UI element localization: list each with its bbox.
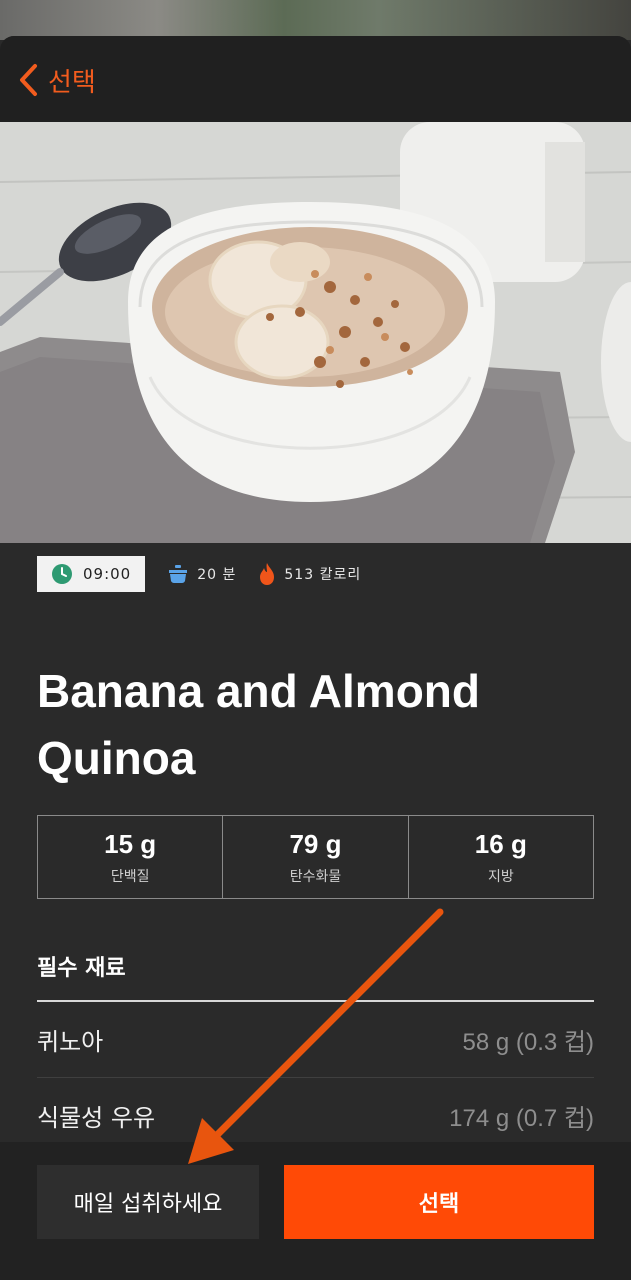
macro-value: 15 g [104, 828, 157, 859]
macro-fat: 16 g 지방 [409, 816, 593, 898]
macro-label: 탄수화물 [289, 868, 342, 885]
macro-label: 단백질 [110, 868, 150, 885]
clock-icon [52, 564, 72, 584]
ingredient-amount: 58 g (0.3 컵) [462, 1029, 594, 1056]
background-photo-strip [0, 0, 631, 40]
ingredient-amount: 174 g (0.7 컵) [449, 1105, 594, 1132]
macro-value: 16 g [474, 828, 527, 859]
eat-daily-button[interactable]: 매일 섭취하세요 [37, 1165, 259, 1239]
recipe-meta: 09:00 20 분 513 칼로리 [37, 556, 361, 592]
calories-chip: 513 칼로리 [258, 562, 361, 586]
back-label: 선택 [48, 67, 96, 98]
macro-value: 79 g [289, 828, 342, 859]
macro-carbs: 79 g 탄수화물 [223, 816, 409, 898]
recipe-sheet: 선택 09:00 20 분 513 칼로리 Banana and Almond … [0, 36, 631, 1280]
time-chip[interactable]: 09:00 [37, 556, 146, 592]
recipe-photo [0, 122, 631, 543]
bottom-action-bar: 매일 섭취하세요 선택 [0, 1142, 631, 1280]
macros-table: 15 g 단백질 79 g 탄수화물 16 g 지방 [37, 815, 594, 899]
duration-chip: 20 분 [167, 564, 236, 584]
back-button[interactable]: 선택 [18, 60, 96, 100]
calories: 513 칼로리 [284, 567, 362, 583]
select-button[interactable]: 선택 [284, 1165, 594, 1239]
macro-label: 지방 [487, 868, 514, 885]
cook-duration: 20 분 [197, 567, 237, 583]
meal-time: 09:00 [83, 565, 132, 583]
pot-icon [169, 565, 188, 583]
header: 선택 [0, 36, 631, 122]
flame-icon [260, 563, 275, 585]
recipe-title: Banana and Almond Quinoa [37, 665, 480, 784]
ingredient-row: 퀴노아 58 g (0.3 컵) [37, 1002, 594, 1078]
ingredient-name: 식물성 우유 [37, 1104, 156, 1132]
ingredient-name: 퀴노아 [37, 1028, 104, 1056]
macro-protein: 15 g 단백질 [38, 816, 224, 898]
chevron-left-icon [20, 64, 37, 96]
ingredients-title: 필수 재료 [37, 956, 126, 981]
